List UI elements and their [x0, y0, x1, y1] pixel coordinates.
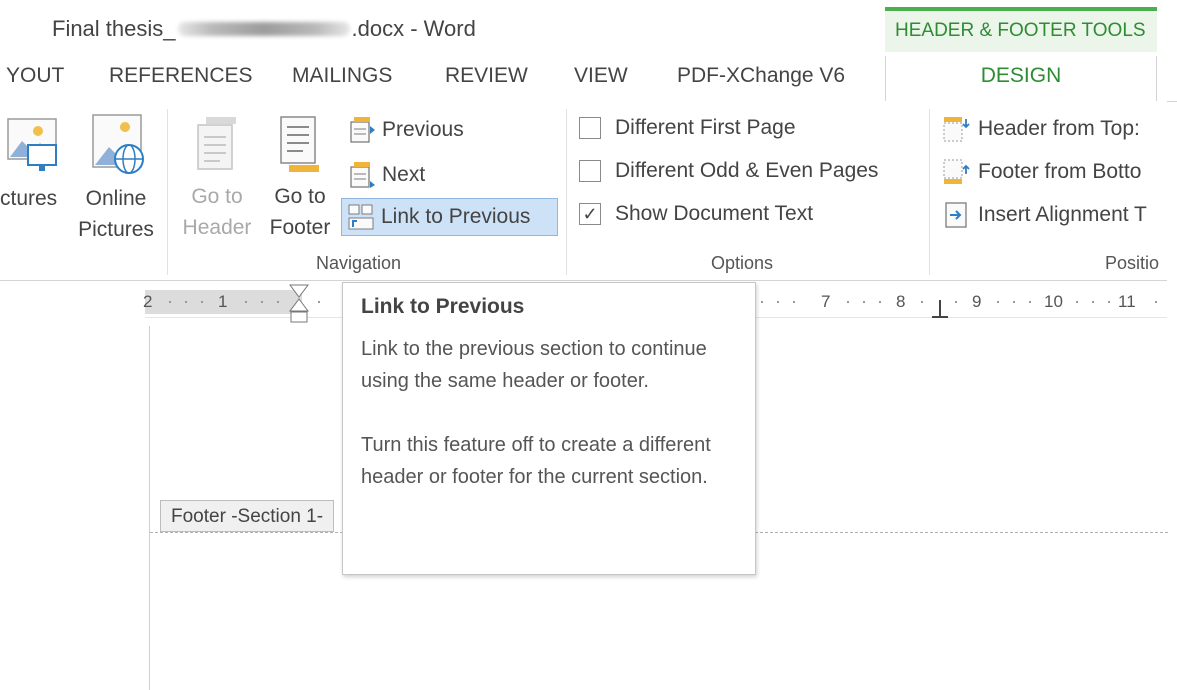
tooltip-hint: Turn this feature off to create a differ… [361, 434, 711, 488]
redacted-filename [177, 21, 350, 36]
window-title: Final thesis_ .docx - Word [52, 16, 476, 41]
ruler-number: 9 [972, 292, 982, 311]
link-to-previous-icon [348, 204, 374, 230]
ruler-number: 1 [218, 292, 228, 311]
pictures-icon [7, 118, 57, 171]
link-to-previous-button[interactable]: Link to Previous [341, 198, 558, 236]
ruler-tick [1155, 301, 1157, 303]
ribbon: ctures Online Pictures Go to Header Go t… [0, 101, 1167, 281]
previous-section-icon [350, 117, 375, 143]
next-button[interactable]: Next [348, 156, 425, 194]
header-from-top-control[interactable]: Header from Top: [942, 110, 1140, 148]
indent-marker-icon[interactable] [288, 284, 310, 328]
tooltip-description: Link to the previous section to continue… [361, 338, 707, 392]
footer-section-tag: Footer -Section 1- [160, 500, 335, 532]
ruler-number: 7 [821, 292, 831, 311]
tab-layout[interactable]: YOUT [6, 64, 64, 88]
ruler-tick [921, 301, 923, 303]
checkmark-icon[interactable]: ✓ [579, 203, 601, 225]
tab-mailings[interactable]: MAILINGS [292, 64, 392, 88]
checkbox-box[interactable] [579, 117, 601, 139]
link-to-previous-tooltip: Link to Previous Link to the previous se… [342, 282, 756, 575]
ruler-number: 11 [1118, 292, 1136, 311]
ruler-tick [318, 301, 320, 303]
online-pictures-button[interactable]: Online Pictures [74, 113, 158, 245]
group-separator [929, 109, 930, 275]
go-to-header-button[interactable]: Go to Header [176, 115, 258, 243]
insert-alignment-tab-button[interactable]: Insert Alignment T [942, 196, 1147, 234]
ruler-tick [793, 301, 795, 303]
ruler-tick [1013, 301, 1015, 303]
ruler-tick [245, 301, 247, 303]
ruler-tick [277, 301, 279, 303]
contextual-tab-header-footer-tools: HEADER & FOOTER TOOLS [885, 7, 1157, 52]
ruler-tick [863, 301, 865, 303]
ruler-tick [261, 301, 263, 303]
ruler-number: 2 [143, 292, 153, 311]
next-section-icon [350, 162, 375, 188]
header-from-top-icon [943, 117, 970, 142]
ruler-tick [1092, 301, 1094, 303]
ruler-number: 8 [896, 292, 906, 311]
ruler-tick [847, 301, 849, 303]
ruler-tick [761, 301, 763, 303]
navigation-group-label: Navigation [316, 253, 402, 273]
ruler-number: 10 [1044, 292, 1063, 311]
ruler-tick [1029, 301, 1031, 303]
ruler-tick [169, 301, 171, 303]
go-to-footer-button[interactable]: Go to Footer [262, 115, 338, 243]
tooltip-title: Link to Previous [361, 295, 525, 318]
position-group-label: Positio [1105, 253, 1160, 273]
footer-from-bottom-icon [943, 159, 970, 184]
title-bar: Final thesis_ .docx - Word HEADER & FOOTE… [0, 0, 1177, 56]
tab-references[interactable]: REFERENCES [109, 64, 253, 88]
ruler-tick [185, 301, 187, 303]
ribbon-tabs: YOUT REFERENCES MAILINGS REVIEW VIEW PDF… [0, 56, 1177, 102]
different-first-page-checkbox[interactable]: Different First Page [579, 116, 796, 140]
go-to-footer-icon [280, 116, 319, 172]
tab-stop-marker-icon[interactable] [931, 298, 949, 320]
ruler-tick [997, 301, 999, 303]
tab-design[interactable]: DESIGN [885, 56, 1157, 102]
ruler-tick [777, 301, 779, 303]
online-pictures-icon [92, 114, 144, 174]
page-left-edge [149, 326, 150, 690]
ruler-tick [1076, 301, 1078, 303]
go-to-header-icon [197, 117, 236, 170]
different-odd-even-checkbox[interactable]: Different Odd & Even Pages [579, 159, 878, 183]
ruler-tick [201, 301, 203, 303]
options-group-label: Options [711, 253, 774, 273]
tab-view[interactable]: VIEW [574, 64, 628, 88]
ruler-tick [955, 301, 957, 303]
tab-pdf-xchange[interactable]: PDF-XChange V6 [677, 64, 845, 88]
pictures-button[interactable]: ctures [0, 113, 66, 214]
tab-review[interactable]: REVIEW [445, 64, 528, 88]
show-document-text-checkbox[interactable]: ✓ Show Document Text [579, 202, 813, 226]
previous-button[interactable]: Previous [348, 111, 464, 149]
group-separator [566, 109, 567, 275]
ruler-tick [879, 301, 881, 303]
ruler-tick [1108, 301, 1110, 303]
footer-from-bottom-control[interactable]: Footer from Botto [942, 153, 1141, 191]
insert-alignment-tab-icon [945, 202, 967, 228]
checkbox-box[interactable] [579, 160, 601, 182]
group-separator [167, 109, 168, 275]
